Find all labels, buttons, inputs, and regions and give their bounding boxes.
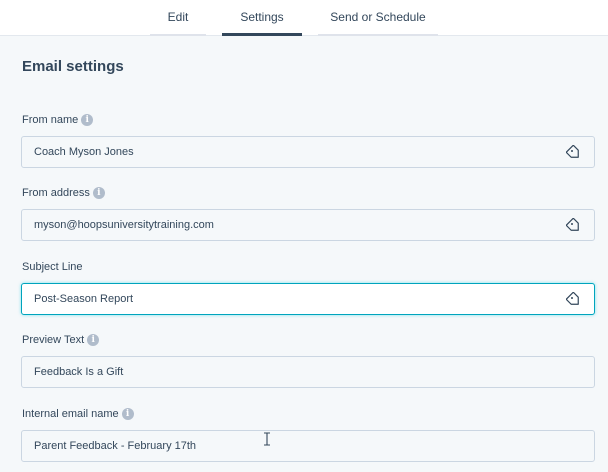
preview-text-value: Feedback Is a Gift <box>34 366 124 378</box>
from-name-field[interactable]: Coach Myson Jones <box>21 136 595 168</box>
tag-icon[interactable] <box>566 218 582 234</box>
tag-icon[interactable] <box>566 292 582 308</box>
tab-settings[interactable]: Settings <box>222 0 302 36</box>
tab-send-or-schedule[interactable]: Send or Schedule <box>318 0 438 36</box>
from-name-label: From name i <box>22 114 94 126</box>
top-navigation: Edit Settings Send or Schedule <box>0 0 608 36</box>
from-address-field[interactable]: myson@hoopsuniversitytraining.com <box>21 209 595 241</box>
subject-line-value: Post-Season Report <box>34 293 134 305</box>
info-icon[interactable]: i <box>81 114 94 126</box>
from-address-label: From address i <box>22 187 105 199</box>
from-name-value: Coach Myson Jones <box>34 146 134 158</box>
section-title: Email settings <box>22 58 124 75</box>
from-address-value: myson@hoopsuniversitytraining.com <box>34 219 214 231</box>
internal-email-name-field[interactable]: Parent Feedback - February 17th <box>21 430 595 462</box>
tab-edit[interactable]: Edit <box>150 0 206 36</box>
subject-line-field[interactable]: Post-Season Report <box>21 283 595 315</box>
tag-icon[interactable] <box>566 145 582 161</box>
info-icon[interactable]: i <box>121 408 134 420</box>
internal-email-name-label: Internal email name i <box>22 408 134 420</box>
subject-line-label: Subject Line <box>22 261 83 273</box>
from-name-label-text: From name <box>22 114 79 126</box>
subject-line-label-text: Subject Line <box>22 261 83 273</box>
info-icon[interactable]: i <box>92 187 105 199</box>
internal-email-name-label-text: Internal email name <box>22 408 119 420</box>
text-cursor-icon <box>264 432 270 446</box>
from-address-label-text: From address <box>22 187 90 199</box>
preview-text-label-text: Preview Text <box>22 334 85 346</box>
internal-email-name-value: Parent Feedback - February 17th <box>34 440 197 452</box>
preview-text-label: Preview Text i <box>22 334 100 346</box>
preview-text-field[interactable]: Feedback Is a Gift <box>21 356 595 388</box>
info-icon[interactable]: i <box>87 334 100 346</box>
